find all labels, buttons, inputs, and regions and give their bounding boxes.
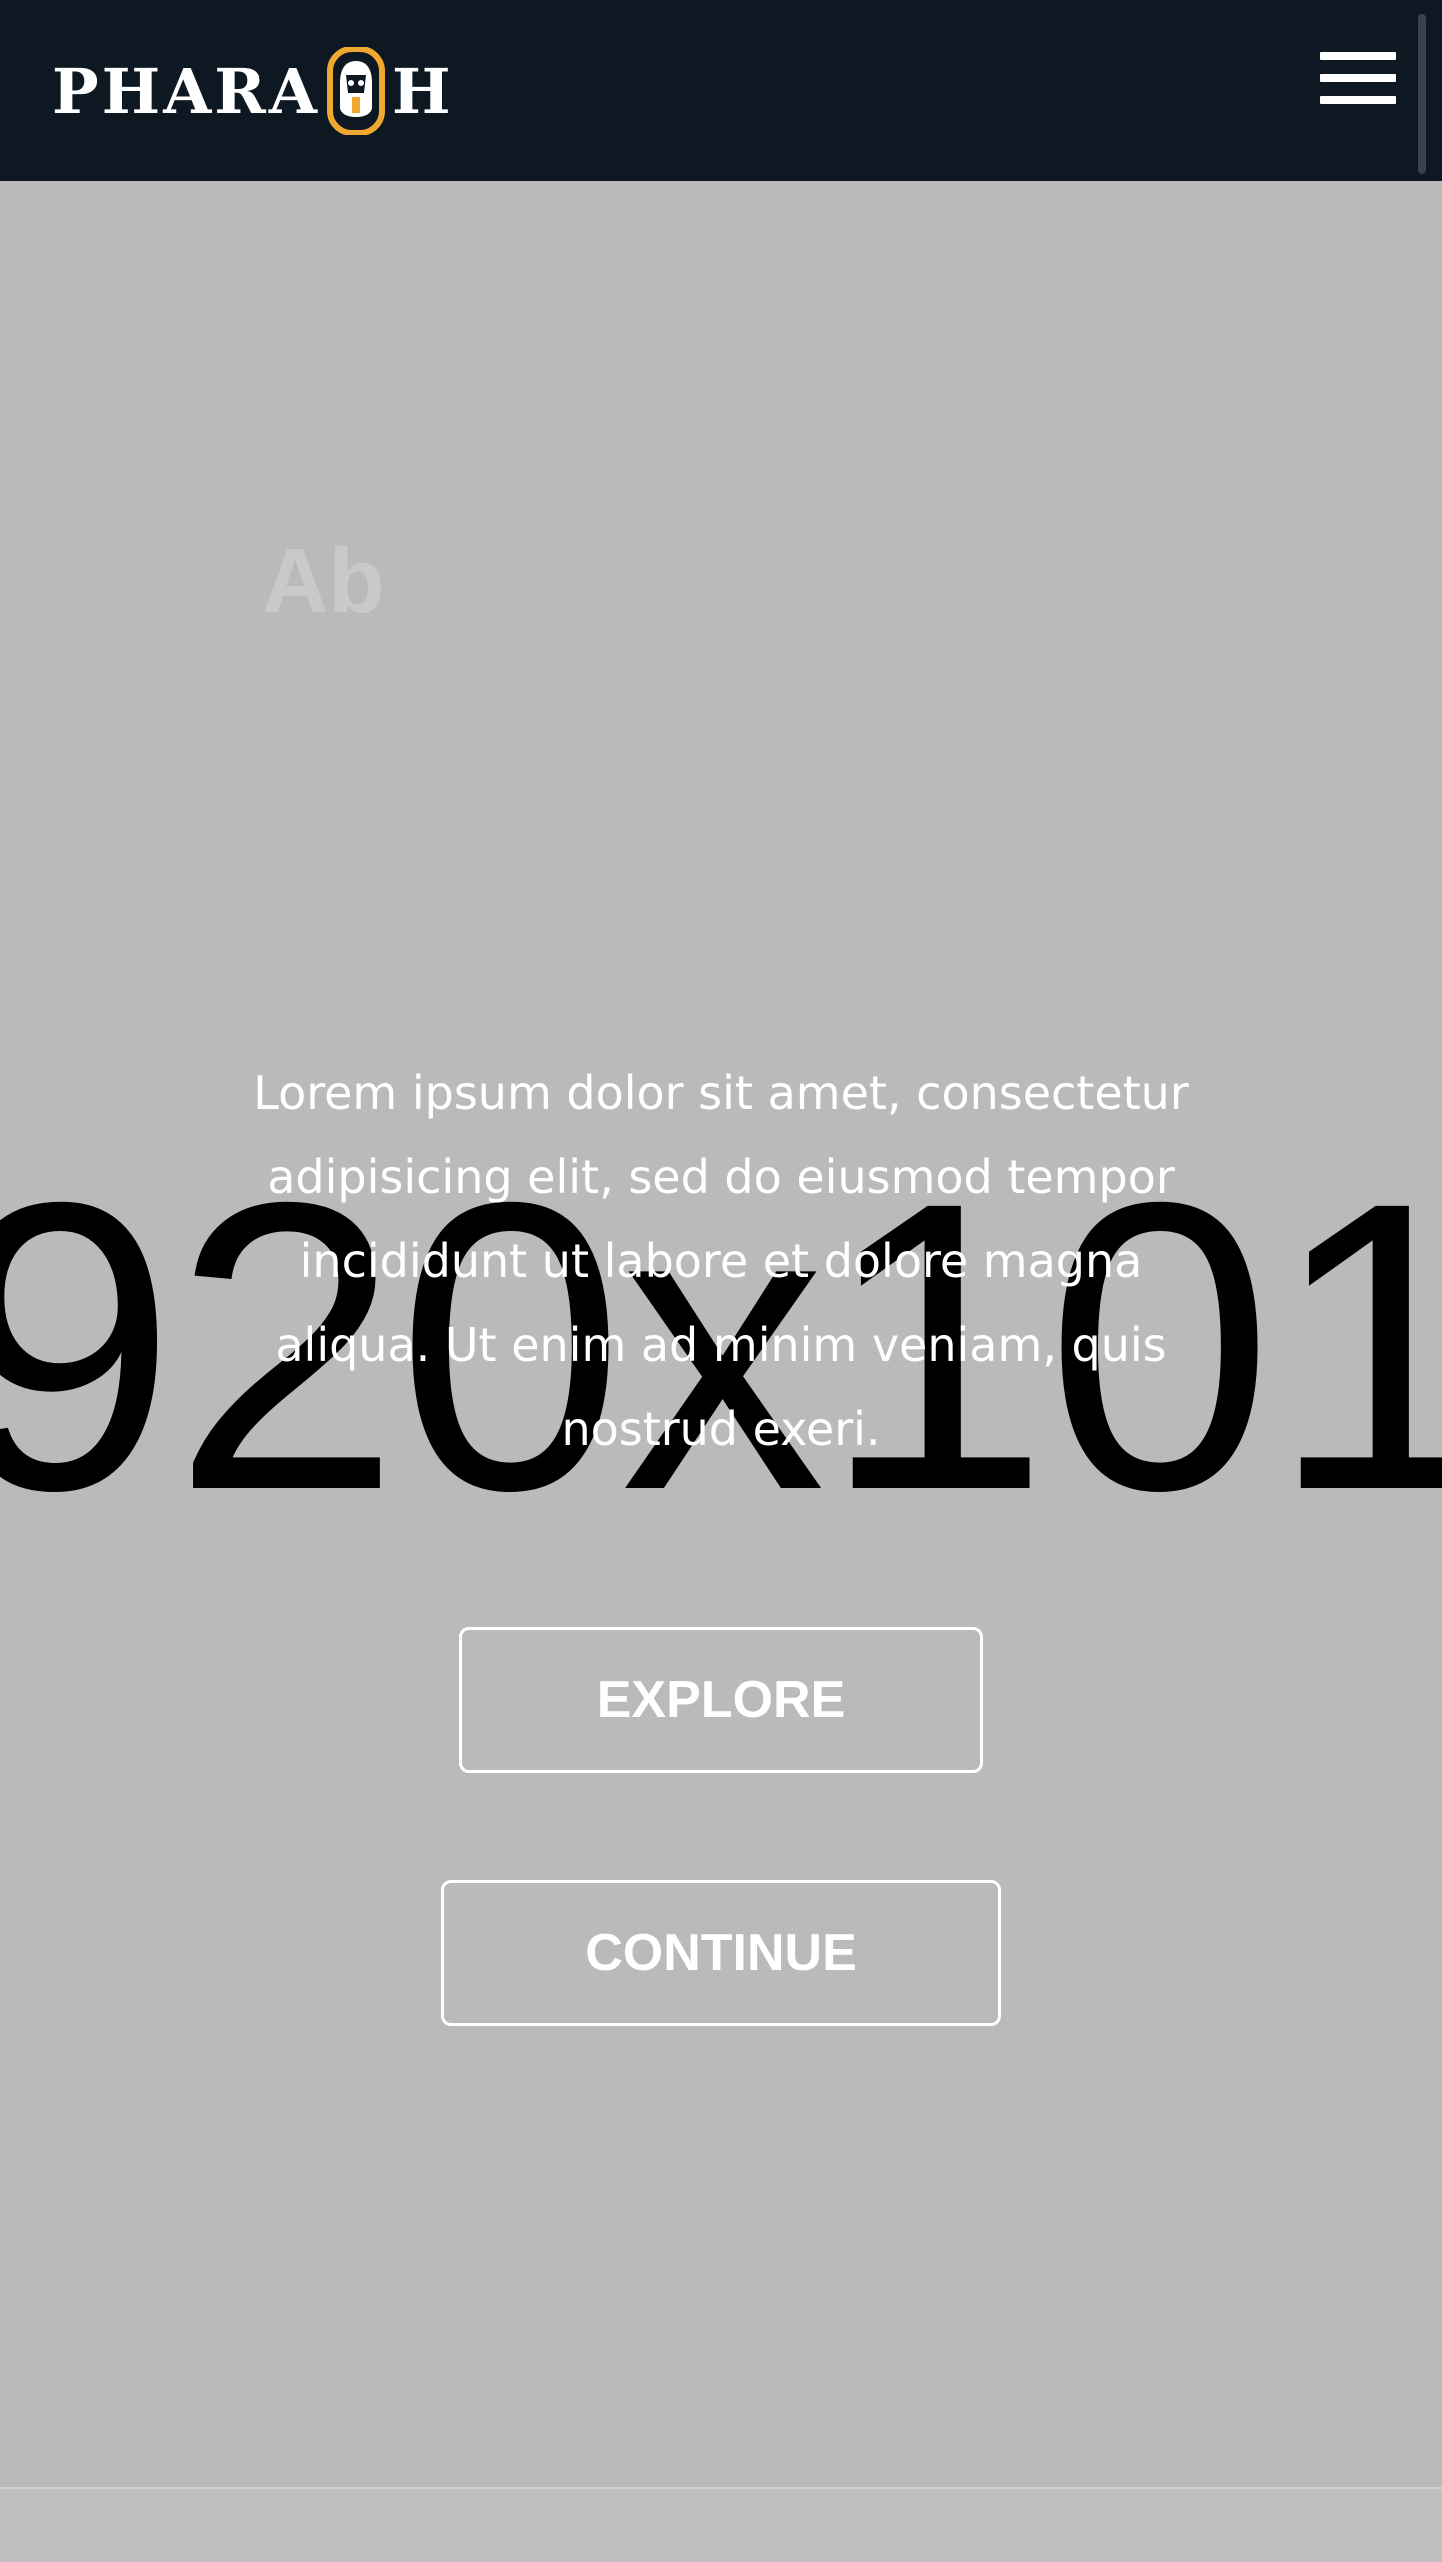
explore-button[interactable]: EXPLORE [459, 1627, 983, 1773]
scrollbar-thumb[interactable] [1418, 14, 1426, 174]
section-divider [0, 2487, 1442, 2562]
hero-section: 1920x1012 Ab Lorem ipsum dolor sit amet,… [0, 181, 1442, 2487]
hero-paragraph: Lorem ipsum dolor sit amet, consectetur … [253, 1066, 1189, 1456]
logo-text-left: PHARA [52, 54, 320, 128]
menu-bar-top [1320, 52, 1396, 60]
logo-text-right: H [391, 54, 454, 128]
top-navbar: PHARA H [0, 0, 1442, 181]
site-logo[interactable]: PHARA H [52, 46, 454, 136]
continue-button[interactable]: CONTINUE [441, 1880, 1001, 2026]
menu-bar-middle [1320, 74, 1396, 82]
hamburger-menu-icon[interactable] [1316, 52, 1400, 112]
pharaoh-head-icon [326, 46, 386, 136]
menu-bar-bottom [1320, 96, 1396, 104]
hero-faded-title: Ab [262, 530, 385, 632]
